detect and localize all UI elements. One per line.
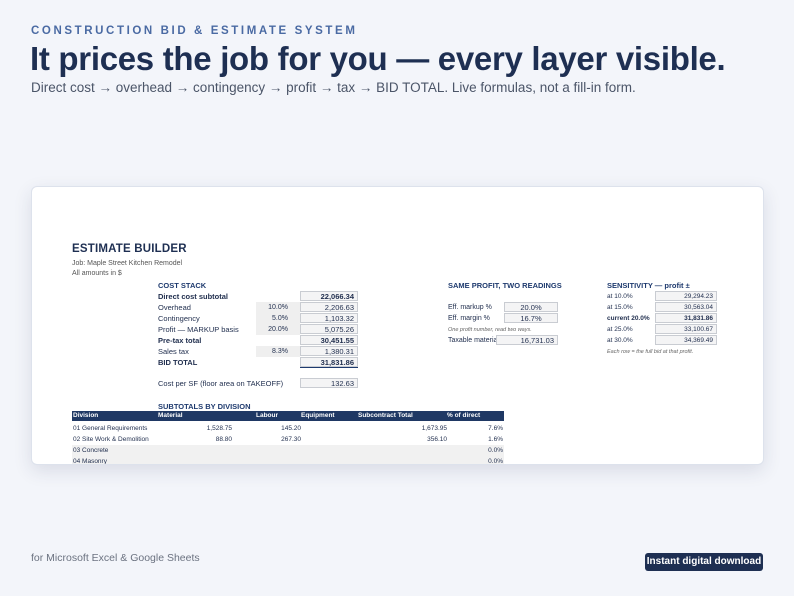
cell-labour: 145.20 (281, 425, 301, 432)
cost-per-sf-label: Cost per SF (floor area on TAKEOFF) (158, 379, 284, 388)
cost-stack-label: Direct cost subtotal (158, 292, 229, 301)
cost-stack-row: Pre-tax total 30,451.55 (158, 335, 358, 346)
col-pct-direct: % of direct (447, 412, 481, 419)
cell-pct: 0.0% (488, 447, 503, 454)
amounts-note: All amounts in $ (72, 270, 122, 277)
cost-stack-heading: COST STACK (158, 281, 207, 290)
cost-stack-pct[interactable]: 10.0% (256, 302, 300, 313)
col-equipment: Equipment (301, 412, 335, 419)
cell-pct: 0.0% (488, 458, 503, 465)
cost-stack-label: Contingency (158, 314, 200, 323)
cell-pct: 7.6% (488, 425, 503, 432)
table-row: 03 Concrete 0.0% (72, 445, 504, 456)
cost-per-sf-value[interactable]: 132.63 (300, 378, 358, 388)
download-badge: Instant digital download (645, 553, 763, 571)
cell-total: 356.10 (427, 436, 447, 443)
sensitivity-value: 30,563.04 (655, 302, 717, 312)
sensitivity-label: at 30.0% (607, 337, 633, 344)
cost-stack-label: Overhead (158, 303, 191, 312)
cost-stack-pct[interactable]: 20.0% (256, 324, 300, 335)
cost-stack-value: 2,206.63 (300, 302, 358, 312)
cost-stack-value: 5,075.26 (300, 324, 358, 334)
sensitivity-row: at 15.0% 30,563.04 (607, 302, 717, 313)
sensitivity-note: Each row = the full bid at that profit. (607, 349, 694, 355)
eyebrow: CONSTRUCTION BID & ESTIMATE SYSTEM (31, 25, 358, 37)
cost-stack-label: Profit — MARKUP basis (158, 325, 239, 334)
cost-per-sf-row: Cost per SF (floor area on TAKEOFF) 132.… (158, 378, 358, 389)
sensitivity-row: current 20.0% 31,831.86 (607, 313, 717, 324)
sensitivity-value: 33,100.67 (655, 324, 717, 334)
bid-total-underline (300, 367, 358, 368)
cell-division: 03 Concrete (73, 447, 109, 454)
cell-labour: 267.30 (281, 436, 301, 443)
margin-label: Eff. margin % (448, 315, 490, 322)
markup-row: Eff. markup % 20.0% (448, 302, 558, 313)
cell-material: 88.80 (215, 436, 232, 443)
cost-stack-value: 31,831.86 (300, 357, 358, 367)
cost-stack-row: Profit — MARKUP basis 20.0% 5,075.26 (158, 324, 358, 335)
margin-value[interactable]: 16.7% (504, 313, 558, 323)
col-labour: Labour (256, 412, 279, 419)
cost-stack-value: 1,380.31 (300, 346, 358, 356)
subhead: Direct cost → overhead → contingency → p… (31, 80, 636, 95)
sensitivity-label: at 15.0% (607, 304, 633, 311)
cost-stack-label: BID TOTAL (158, 358, 198, 367)
cost-stack-row: Direct cost subtotal 22,066.34 (158, 291, 358, 302)
profit-note: One profit number, read two ways. (448, 327, 532, 333)
cost-stack-row: Overhead 10.0% 2,206.63 (158, 302, 358, 313)
cost-stack-pct[interactable]: 5.0% (256, 313, 300, 324)
sensitivity-value: 34,369.49 (655, 335, 717, 345)
sensitivity-row: at 30.0% 34,369.49 (607, 335, 717, 346)
taxable-row: Taxable materials 16,731.03 (448, 335, 558, 346)
table-row: 02 Site Work & Demolition 88.80 267.30 356.… (72, 434, 504, 445)
job-name: Job: Maple Street Kitchen Remodel (72, 260, 183, 267)
cell-pct: 1.6% (488, 436, 503, 443)
sensitivity-heading: SENSITIVITY — profit ± (607, 281, 690, 290)
markup-label: Eff. markup % (448, 304, 492, 311)
sensitivity-label: current 20.0% (607, 315, 650, 322)
table-row: 04 Masonry 0.0% (72, 456, 504, 465)
cost-stack-value: 22,066.34 (300, 291, 358, 301)
same-profit-heading: SAME PROFIT, TWO READINGS (448, 281, 562, 290)
sensitivity-value: 29,294.23 (655, 291, 717, 301)
cost-stack-value: 1,103.32 (300, 313, 358, 323)
cost-stack-row: Contingency 5.0% 1,103.32 (158, 313, 358, 324)
col-division: Division (73, 412, 99, 419)
sensitivity-label: at 10.0% (607, 293, 633, 300)
cost-stack-label: Sales tax (158, 347, 189, 356)
cost-stack-value: 30,451.55 (300, 335, 358, 345)
table-row: 01 General Requirements 1,528.75 145.20 1,6… (72, 423, 504, 434)
sensitivity-row: at 10.0% 29,294.23 (607, 291, 717, 302)
sensitivity-label: at 25.0% (607, 326, 633, 333)
cell-material: 1,528.75 (206, 425, 232, 432)
subtotals-header: Division Material Labour Equipment Subco… (72, 411, 504, 421)
margin-row: Eff. margin % 16.7% (448, 313, 558, 324)
sensitivity-value: 31,831.86 (655, 313, 717, 323)
spreadsheet-preview-card: ESTIMATE BUILDER Job: Maple Street Kitch… (31, 186, 764, 465)
subtotals-heading: SUBTOTALS BY DIVISION (158, 402, 251, 411)
cell-division: 01 General Requirements (73, 425, 148, 432)
headline: It prices the job for you — every layer … (30, 40, 726, 77)
markup-value[interactable]: 20.0% (504, 302, 558, 312)
cell-division: 04 Masonry (73, 458, 107, 465)
cost-stack-pct[interactable]: 8.3% (256, 346, 300, 357)
cell-total: 1,673.95 (421, 425, 447, 432)
platforms-note: for Microsoft Excel & Google Sheets (31, 552, 200, 564)
cell-division: 02 Site Work & Demolition (73, 436, 149, 443)
col-subcontract-total: Subcontract Total (358, 412, 413, 419)
taxable-value[interactable]: 16,731.03 (496, 335, 558, 345)
sensitivity-row: at 25.0% 33,100.67 (607, 324, 717, 335)
taxable-label: Taxable materials (448, 337, 503, 344)
cost-stack-row: Sales tax 8.3% 1,380.31 (158, 346, 358, 357)
sheet-title: ESTIMATE BUILDER (72, 243, 187, 255)
col-material: Material (158, 412, 183, 419)
cost-stack-label: Pre-tax total (158, 336, 202, 345)
